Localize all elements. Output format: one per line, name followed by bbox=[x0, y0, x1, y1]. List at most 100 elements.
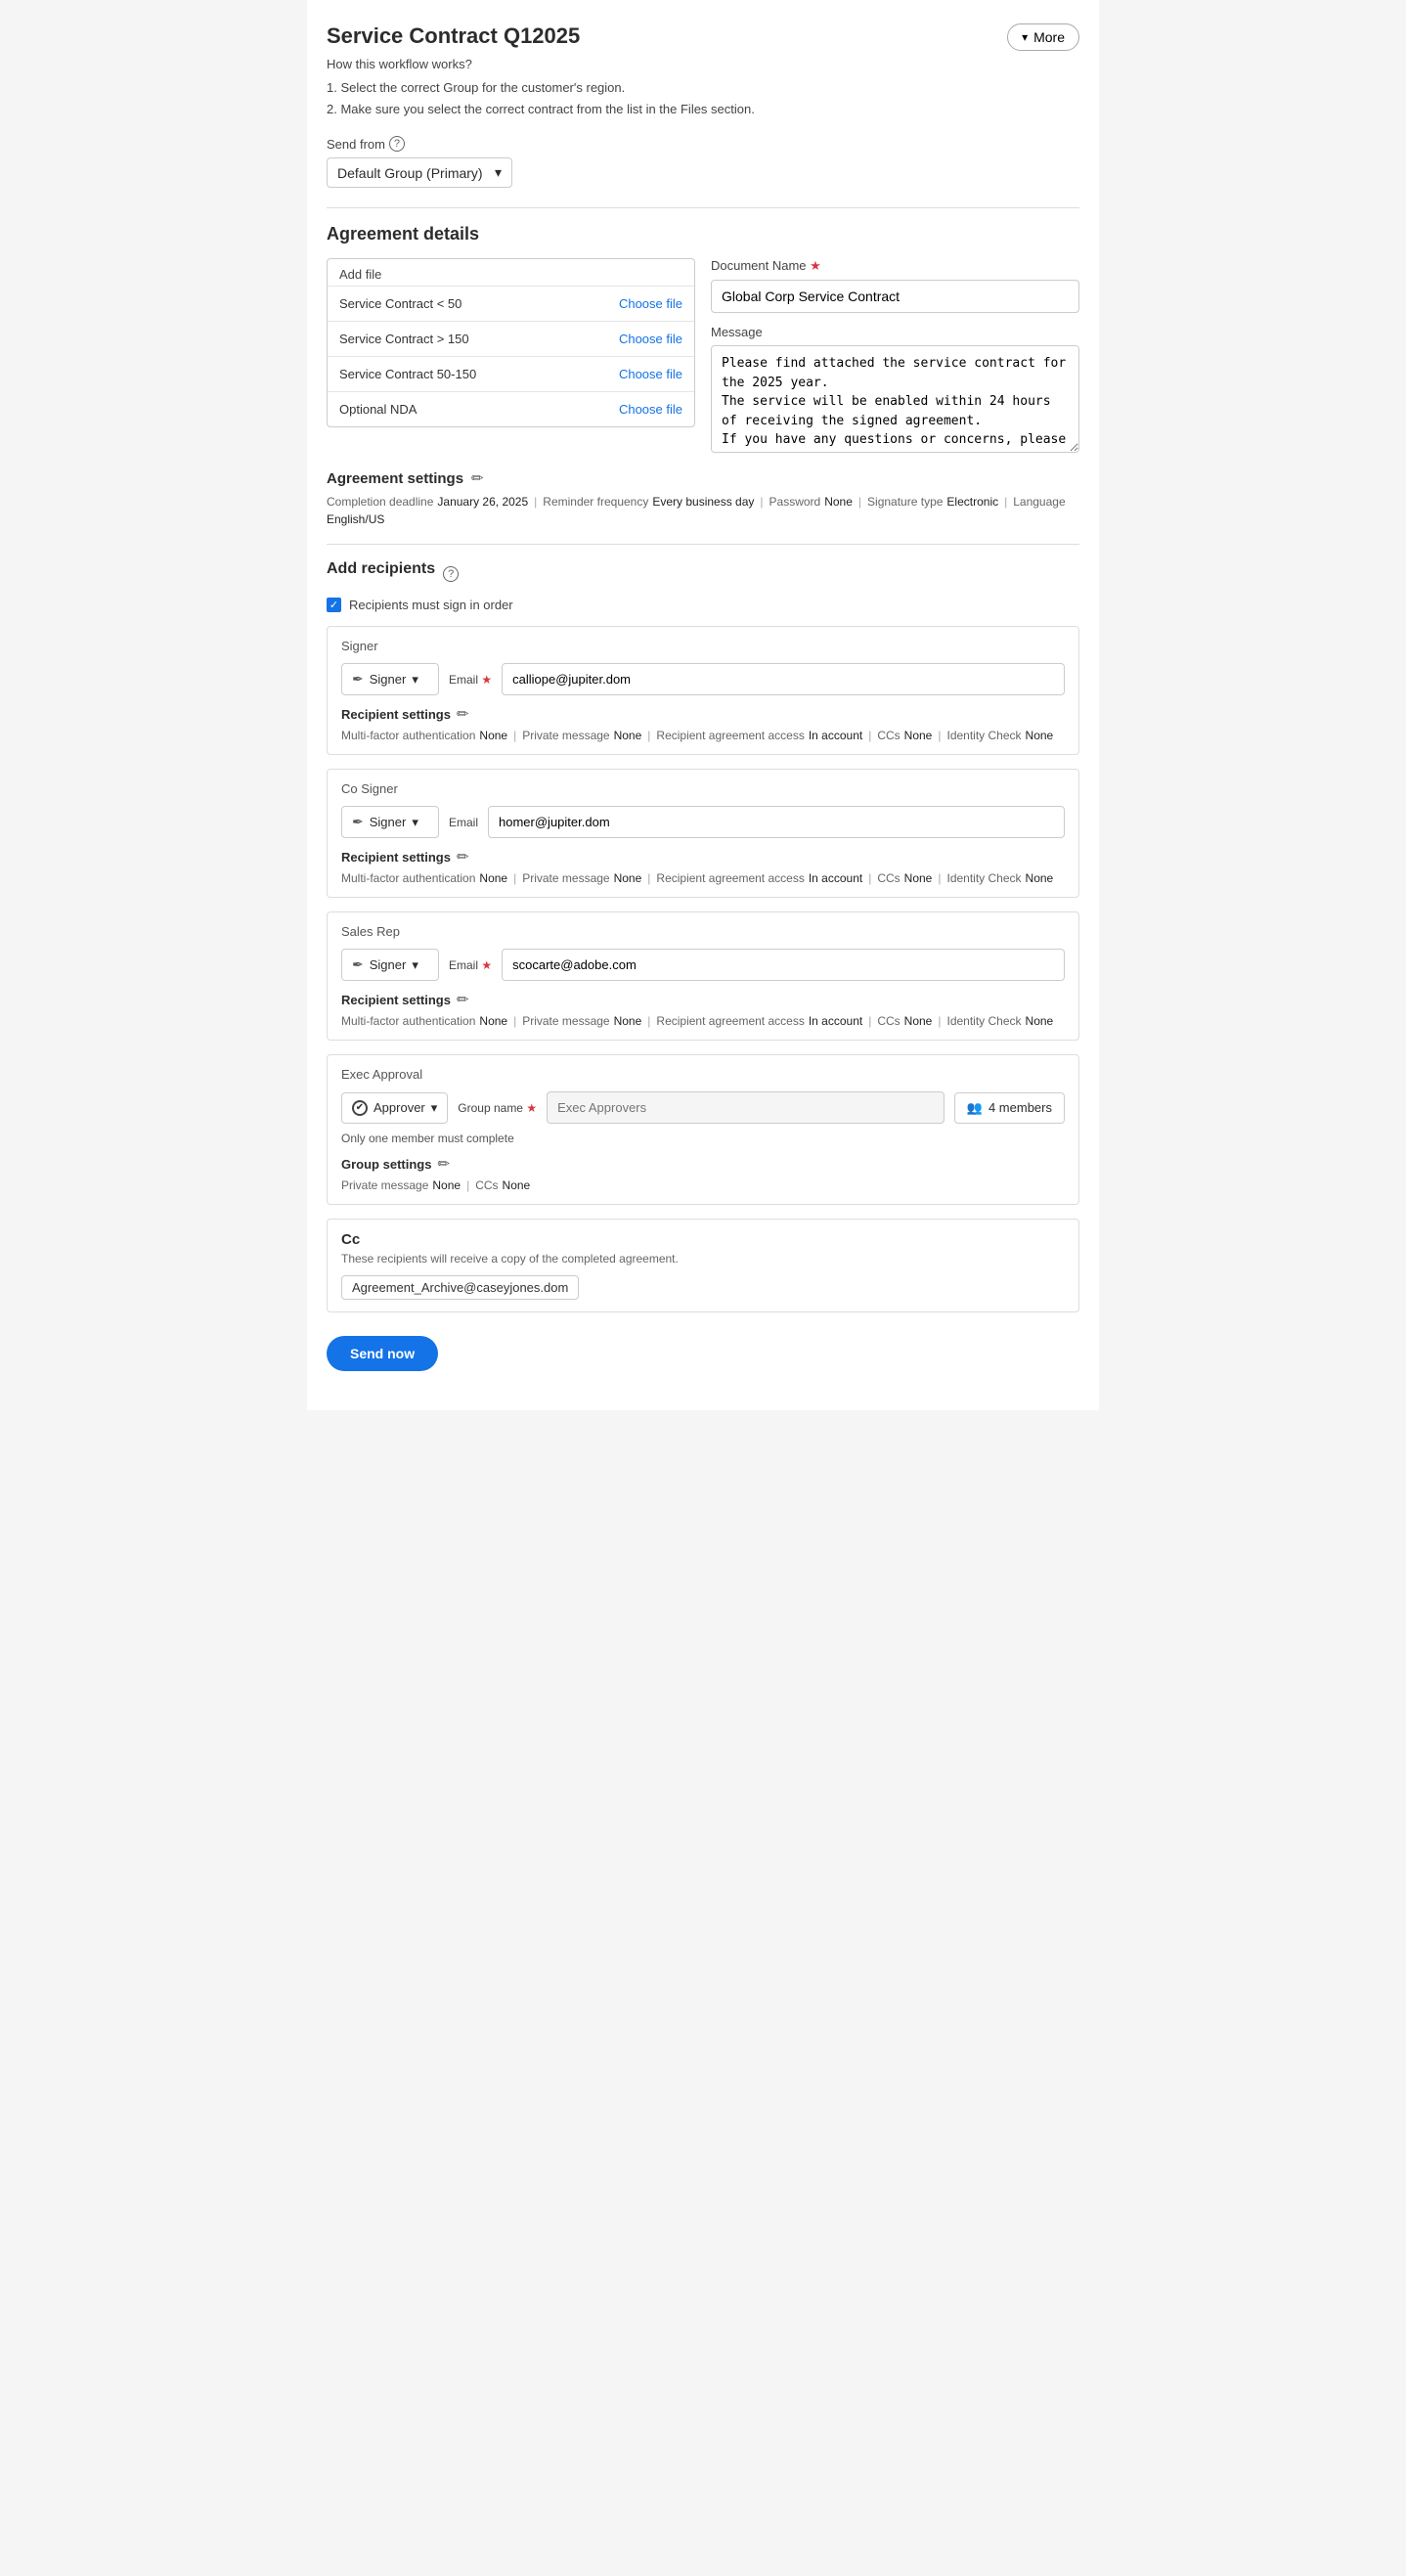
members-count: 4 members bbox=[989, 1100, 1052, 1115]
agreement-settings-row: Agreement settings ✏ bbox=[327, 469, 1079, 487]
edit-salesrep-settings-icon[interactable]: ✏ bbox=[457, 991, 469, 1008]
only-one-label: Only one member must complete bbox=[341, 1132, 1065, 1145]
password-key: Password bbox=[769, 495, 821, 509]
message-label: Message bbox=[711, 325, 1079, 339]
password-val: None bbox=[824, 495, 853, 509]
doc-name-label: Document Name ★ bbox=[711, 258, 1079, 274]
file-name-3: Optional NDA bbox=[339, 402, 417, 417]
message-section: Message Please find attached the service… bbox=[711, 325, 1079, 456]
file-name-0: Service Contract < 50 bbox=[339, 296, 461, 311]
cosigner-email-input[interactable] bbox=[488, 806, 1065, 838]
exec-role-chevron: ▾ bbox=[431, 1100, 438, 1116]
salesrep-role-icon: ✒ bbox=[352, 956, 364, 973]
salesrep-role-dropdown[interactable]: ✒ Signer ▾ bbox=[341, 949, 439, 981]
recipient-group-exec: Exec Approval ✔ Approver ▾ Group name ★ … bbox=[327, 1054, 1079, 1205]
send-from-section: Send from ? Default Group (Primary) ▾ bbox=[327, 136, 1079, 188]
choose-file-btn-3[interactable]: Choose file bbox=[619, 402, 682, 417]
agreement-settings-label: Agreement settings bbox=[327, 470, 463, 487]
cosigner-settings-label: Recipient settings bbox=[341, 850, 451, 865]
members-icon: 👥 bbox=[967, 1100, 983, 1116]
page-container: Service Contract Q12025 How this workflo… bbox=[307, 0, 1099, 1410]
signature-val: Electronic bbox=[946, 495, 998, 509]
recipient-group-signer: Signer ✒ Signer ▾ Email ★ Recipient sett… bbox=[327, 626, 1079, 755]
send-from-value: Default Group (Primary) bbox=[337, 165, 483, 181]
signer-input-row: ✒ Signer ▾ Email ★ bbox=[341, 663, 1065, 695]
salesrep-settings-row: Recipient settings ✏ bbox=[341, 991, 1065, 1008]
more-button[interactable]: ▾ More bbox=[1007, 23, 1079, 51]
cc-description: These recipients will receive a copy of … bbox=[341, 1252, 1065, 1266]
exec-group-label: Exec Approval bbox=[341, 1067, 1065, 1082]
sep2: | bbox=[760, 495, 763, 509]
edit-group-settings-icon[interactable]: ✏ bbox=[437, 1155, 450, 1173]
send-now-button[interactable]: Send now bbox=[327, 1336, 438, 1371]
group-meta: Private message None | CCs None bbox=[341, 1178, 1065, 1192]
workflow-desc: How this workflow works? bbox=[327, 57, 1079, 71]
edit-cosigner-settings-icon[interactable]: ✏ bbox=[457, 848, 469, 866]
doc-name-input[interactable] bbox=[711, 280, 1079, 313]
signer-email-input[interactable] bbox=[502, 663, 1065, 695]
salesrep-role-chevron: ▾ bbox=[412, 957, 418, 973]
add-file-label: Add file bbox=[328, 259, 694, 286]
salesrep-input-row: ✒ Signer ▾ Email ★ bbox=[341, 949, 1065, 981]
cosigner-settings-row: Recipient settings ✏ bbox=[341, 848, 1065, 866]
group-settings-label: Group settings bbox=[341, 1157, 431, 1172]
agreement-details-grid: Add file Service Contract < 50 Choose fi… bbox=[327, 258, 1079, 456]
doc-name-section: Document Name ★ bbox=[711, 258, 1079, 325]
language-val: English/US bbox=[327, 512, 384, 526]
exec-group-name-input[interactable] bbox=[547, 1091, 945, 1124]
add-file-box: Add file Service Contract < 50 Choose fi… bbox=[327, 258, 695, 427]
add-file-section: Add file Service Contract < 50 Choose fi… bbox=[327, 258, 695, 456]
step-1: 1. Select the correct Group for the cust… bbox=[327, 77, 1079, 99]
more-button-label: More bbox=[1033, 29, 1065, 45]
cosigner-role-icon: ✒ bbox=[352, 814, 364, 830]
choose-file-btn-2[interactable]: Choose file bbox=[619, 367, 682, 381]
sep1: | bbox=[534, 495, 537, 509]
signer-meta: Multi-factor authentication None | Priva… bbox=[341, 729, 1065, 742]
sign-in-order-row: Recipients must sign in order bbox=[327, 598, 1079, 612]
cc-section: Cc These recipients will receive a copy … bbox=[327, 1219, 1079, 1312]
exec-role-dropdown[interactable]: ✔ Approver ▾ bbox=[341, 1092, 448, 1124]
edit-agreement-settings-icon[interactable]: ✏ bbox=[471, 469, 484, 487]
send-from-help-icon[interactable]: ? bbox=[389, 136, 405, 152]
sep4: | bbox=[1004, 495, 1007, 509]
salesrep-meta: Multi-factor authentication None | Priva… bbox=[341, 1014, 1065, 1028]
step-2: 2. Make sure you select the correct cont… bbox=[327, 99, 1079, 120]
file-row-3: Optional NDA Choose file bbox=[328, 391, 694, 426]
file-row-0: Service Contract < 50 Choose file bbox=[328, 286, 694, 321]
cc-title: Cc bbox=[341, 1231, 1065, 1248]
group-settings-row: Group settings ✏ bbox=[341, 1155, 1065, 1173]
cosigner-meta: Multi-factor authentication None | Priva… bbox=[341, 871, 1065, 885]
doc-name-message-section: Document Name ★ Message Please find atta… bbox=[711, 258, 1079, 456]
signer-settings-row: Recipient settings ✏ bbox=[341, 705, 1065, 723]
reminder-key: Reminder frequency bbox=[543, 495, 648, 509]
approver-icon: ✔ bbox=[352, 1100, 368, 1116]
edit-signer-settings-icon[interactable]: ✏ bbox=[457, 705, 469, 723]
choose-file-btn-0[interactable]: Choose file bbox=[619, 296, 682, 311]
sign-in-order-label: Recipients must sign in order bbox=[349, 598, 513, 612]
completion-key: Completion deadline bbox=[327, 495, 433, 509]
signature-key: Signature type bbox=[867, 495, 943, 509]
reminder-val: Every business day bbox=[652, 495, 754, 509]
signer-email-label: Email ★ bbox=[449, 673, 492, 687]
recipients-help-icon[interactable]: ? bbox=[443, 566, 459, 582]
choose-file-btn-1[interactable]: Choose file bbox=[619, 332, 682, 346]
message-textarea[interactable]: Please find attached the service contrac… bbox=[711, 345, 1079, 453]
sign-in-order-checkbox[interactable] bbox=[327, 598, 341, 612]
cc-email-tag[interactable]: Agreement_Archive@caseyjones.dom bbox=[341, 1275, 579, 1300]
send-from-dropdown[interactable]: Default Group (Primary) ▾ bbox=[327, 157, 512, 188]
dropdown-chevron-icon: ▾ bbox=[495, 164, 502, 181]
exec-group-name-label: Group name ★ bbox=[458, 1101, 537, 1115]
signer-role-label: Signer bbox=[370, 672, 407, 687]
signer-role-dropdown[interactable]: ✒ Signer ▾ bbox=[341, 663, 439, 695]
recipient-group-cosigner: Co Signer ✒ Signer ▾ Email Recipient set… bbox=[327, 769, 1079, 898]
salesrep-email-label: Email ★ bbox=[449, 958, 492, 972]
exec-role-label: Approver bbox=[373, 1100, 425, 1115]
signer-role-icon: ✒ bbox=[352, 671, 364, 688]
signer-group-label: Signer bbox=[341, 639, 1065, 653]
salesrep-settings-label: Recipient settings bbox=[341, 993, 451, 1007]
cosigner-role-dropdown[interactable]: ✒ Signer ▾ bbox=[341, 806, 439, 838]
salesrep-email-input[interactable] bbox=[502, 949, 1065, 981]
chevron-down-icon: ▾ bbox=[1022, 30, 1028, 44]
recipient-group-salesrep: Sales Rep ✒ Signer ▾ Email ★ Recipient s… bbox=[327, 911, 1079, 1041]
salesrep-group-label: Sales Rep bbox=[341, 924, 1065, 939]
